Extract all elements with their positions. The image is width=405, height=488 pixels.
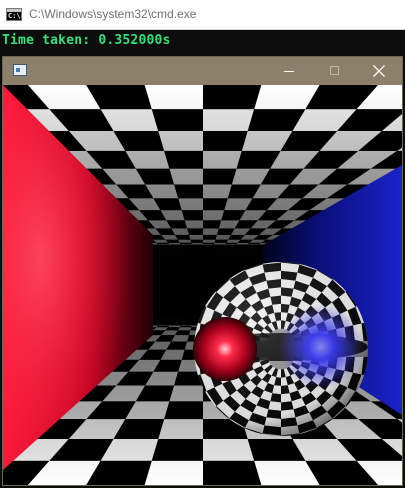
window-app-icon[interactable] xyxy=(13,64,27,76)
raytraced-scene-canvas xyxy=(3,85,402,485)
minimize-button[interactable] xyxy=(266,57,312,85)
cmd-icon: C:\ xyxy=(6,8,22,21)
console-window-title: C:\Windows\system32\cmd.exe xyxy=(29,7,197,21)
console-titlebar[interactable]: C:\ C:\Windows\system32\cmd.exe xyxy=(0,0,405,30)
close-button[interactable] xyxy=(356,57,402,85)
maximize-button[interactable] xyxy=(312,57,358,85)
render-window[interactable] xyxy=(2,56,403,486)
close-icon xyxy=(373,65,385,77)
minimize-icon xyxy=(284,71,294,72)
render-window-titlebar[interactable] xyxy=(3,57,402,85)
maximize-icon xyxy=(330,66,339,75)
console-output-line: Time taken: 0.352000s xyxy=(2,33,171,48)
red-sphere xyxy=(193,317,257,381)
